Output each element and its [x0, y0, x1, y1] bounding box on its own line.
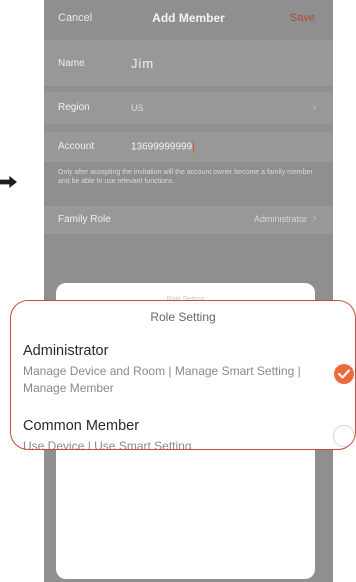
role-description: Use Device | Use Smart Setting: [23, 439, 192, 450]
role-setting-callout: Role Setting Administrator Manage Device…: [10, 300, 356, 450]
add-member-screen: Cancel Add Member Save Name Jim Region U…: [44, 0, 333, 582]
role-setting-title: Role Setting: [150, 310, 216, 324]
account-row[interactable]: Account 13699999999: [44, 132, 333, 162]
region-label: Region: [58, 102, 90, 113]
account-value: 13699999999: [131, 141, 193, 153]
name-field[interactable]: Jim: [131, 56, 154, 71]
chevron-right-icon: ›: [312, 211, 317, 225]
nav-bar: Cancel Add Member Save: [44, 0, 333, 40]
save-button[interactable]: Save: [290, 12, 315, 24]
chevron-right-icon: ›: [312, 100, 317, 114]
family-role-value: Administrator: [253, 214, 307, 224]
role-name: Common Member: [23, 418, 140, 434]
check-circle-icon[interactable]: [334, 364, 354, 384]
region-row[interactable]: Region US ›: [44, 92, 333, 124]
invitation-note: Only after accepting the invitation will…: [58, 169, 313, 185]
account-field[interactable]: 13699999999: [131, 141, 195, 153]
role-description: Manage Device and Room | Manage Smart Se…: [23, 364, 301, 395]
region-value: US: [131, 103, 144, 113]
account-label: Account: [58, 141, 95, 152]
family-role-row[interactable]: Family Role Administrator ›: [44, 206, 333, 234]
text-cursor: [193, 141, 195, 153]
arrow-right-icon: [0, 176, 17, 188]
role-option-common-member[interactable]: Common Member Use Device | Use Smart Set…: [23, 418, 355, 450]
name-label: Name: [58, 58, 85, 69]
name-row[interactable]: Name Jim: [44, 40, 333, 86]
family-role-label: Family Role: [58, 214, 111, 225]
role-name: Administrator: [23, 343, 109, 359]
role-option-administrator[interactable]: Administrator Manage Device and Room | M…: [23, 343, 355, 397]
radio-empty-icon[interactable]: [333, 425, 355, 447]
